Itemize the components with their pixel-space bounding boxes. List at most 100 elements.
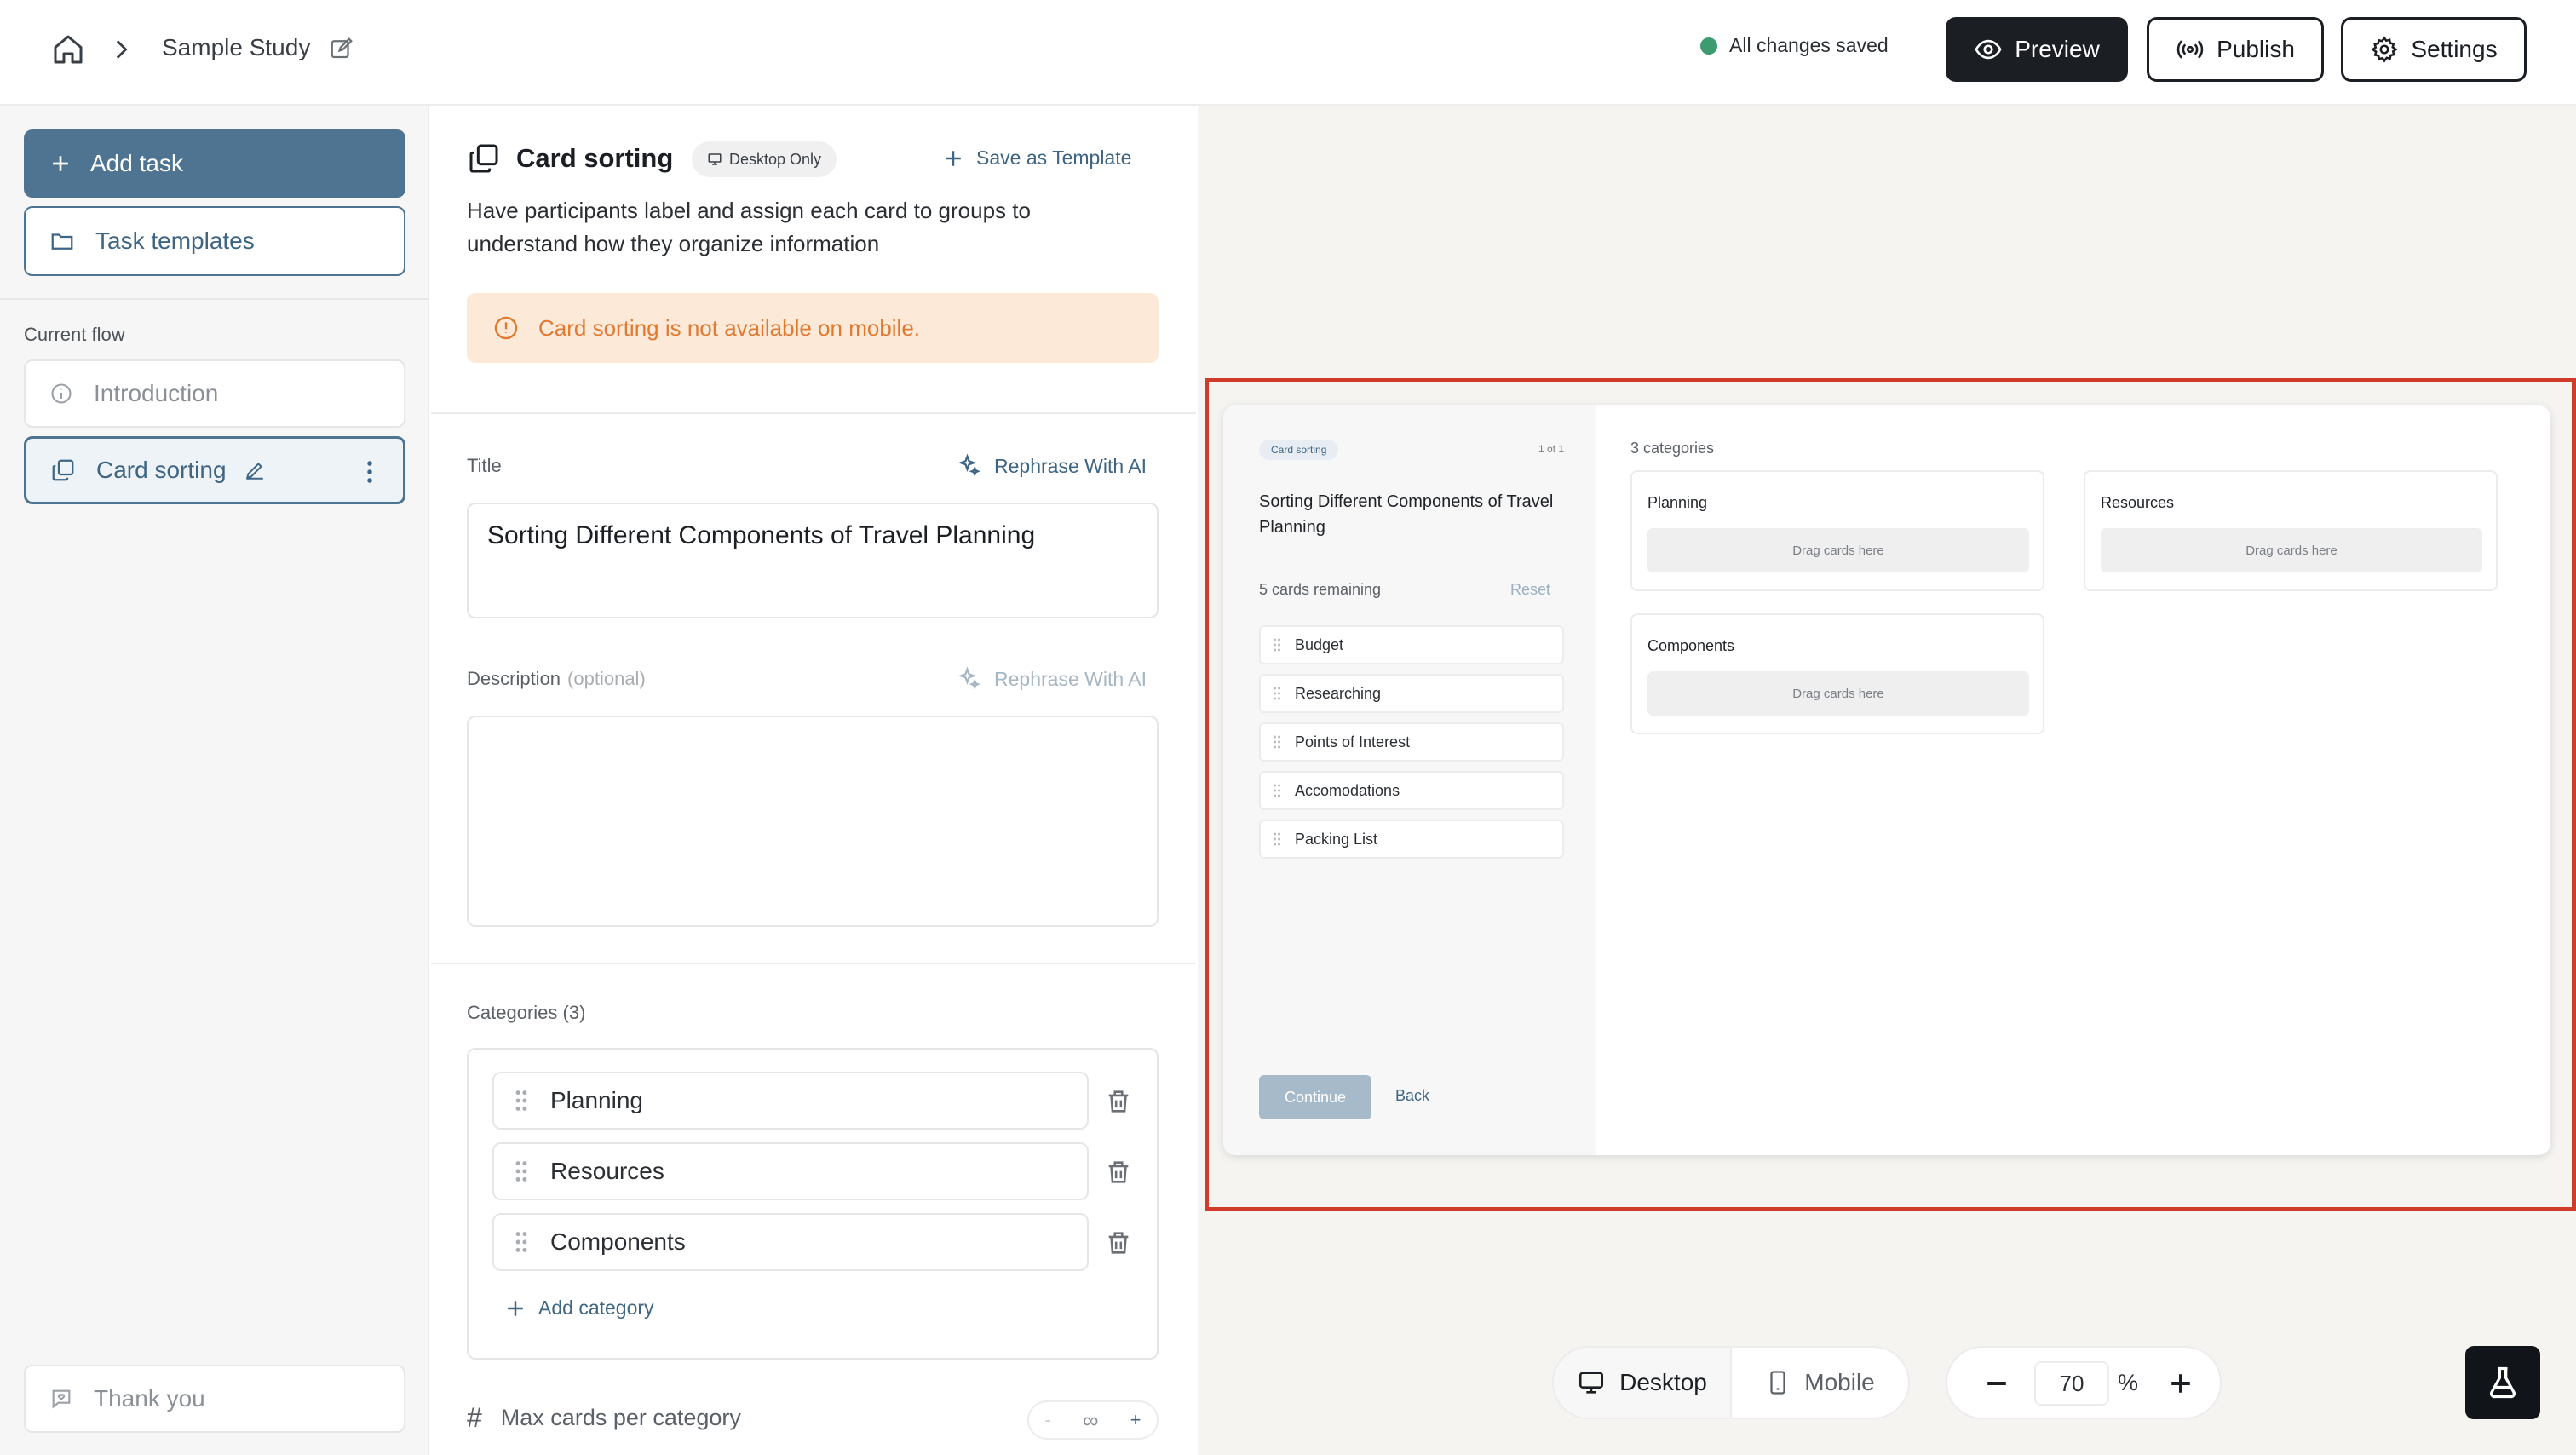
zoom-input[interactable]: 70 (2034, 1361, 2109, 1406)
settings-button[interactable]: Settings (2341, 17, 2527, 82)
description-label-text: Description (467, 668, 561, 689)
flow-item-label: Thank you (94, 1385, 205, 1412)
desktop-label: Desktop (1619, 1369, 1707, 1395)
save-status: All changes saved (1700, 34, 1889, 57)
category-row[interactable]: Resources (492, 1142, 1089, 1200)
plus-icon (508, 1300, 523, 1316)
sparkle-icon (957, 666, 980, 690)
task-editor: Card sorting Desktop Only Save as Templa… (431, 106, 1196, 1455)
category-name: Resources (2101, 494, 2175, 511)
card-label: Budget (1295, 635, 1344, 653)
drop-zone[interactable]: Drag cards here (1647, 528, 2029, 572)
sort-card[interactable]: Budget (1259, 625, 1564, 664)
task-templates-button[interactable]: Task templates (24, 206, 405, 276)
chevron-right-icon (112, 36, 136, 63)
drag-handle-icon[interactable] (1273, 734, 1281, 750)
zoom-out-icon[interactable] (1981, 1368, 2012, 1399)
max-cards-label: Max cards per category (500, 1405, 741, 1430)
category-row[interactable]: Components (492, 1213, 1089, 1271)
phone-icon (1770, 1371, 1785, 1395)
category-row[interactable]: Planning (492, 1072, 1089, 1130)
reset-button[interactable]: Reset (1510, 581, 1550, 599)
trash-icon[interactable] (1104, 1158, 1133, 1187)
mobile-option[interactable]: Mobile (1732, 1348, 1908, 1418)
flow-item-label: Card sorting (96, 457, 227, 483)
plus-icon (946, 150, 961, 166)
title-input[interactable]: Sorting Different Components of Travel P… (467, 503, 1159, 618)
sort-card[interactable]: Points of Interest (1259, 722, 1564, 762)
trash-icon[interactable] (1104, 1228, 1133, 1257)
zoom-percent: % (2118, 1370, 2139, 1395)
sort-card[interactable]: Accomodations (1259, 771, 1564, 810)
rephrase-description-button[interactable]: Rephrase With AI (957, 666, 1147, 692)
drop-zone[interactable]: Drag cards here (1647, 671, 2029, 716)
save-as-template-button[interactable]: Save as Template (944, 147, 1131, 170)
description-input[interactable] (467, 716, 1159, 927)
drag-handle-icon[interactable] (515, 1230, 528, 1254)
plus-icon (53, 156, 68, 171)
drop-zone[interactable]: Drag cards here (2101, 528, 2482, 572)
category-name: Components (550, 1228, 686, 1255)
card-sorting-icon (469, 144, 498, 173)
thank-you-icon (52, 1389, 71, 1409)
preview-category-planning: Planning Drag cards here (1630, 470, 2044, 591)
saved-dot-icon (1700, 37, 1717, 55)
drag-handle-icon[interactable] (515, 1089, 528, 1113)
optional-hint: (optional) (567, 668, 646, 689)
category-name: Planning (550, 1087, 643, 1113)
category-name: Planning (1647, 494, 1708, 511)
flow-item-label: Introduction (94, 380, 219, 406)
drag-handle-icon[interactable] (1273, 783, 1281, 798)
sort-card[interactable]: Researching (1259, 674, 1564, 713)
rephrase-label: Rephrase With AI (994, 454, 1147, 477)
drag-handle-icon[interactable] (1273, 637, 1281, 653)
preview-button[interactable]: Preview (1946, 17, 2128, 82)
study-name: Sample Study (162, 34, 311, 60)
info-icon (51, 383, 72, 404)
drag-handle-icon[interactable] (515, 1159, 528, 1183)
categories-label: Categories (3) (467, 1002, 586, 1023)
drag-handle-icon[interactable] (1273, 831, 1281, 847)
preview-category-resources: Resources Drag cards here (2084, 470, 2498, 591)
card-sorting-icon (52, 459, 74, 481)
sort-card[interactable]: Packing List (1259, 820, 1564, 859)
home-icon[interactable] (48, 29, 89, 70)
pencil-icon[interactable] (244, 459, 266, 481)
mobile-warning-alert: Card sorting is not available on mobile. (467, 293, 1159, 363)
rephrase-label: Rephrase With AI (994, 667, 1147, 690)
publish-button[interactable]: Publish (2147, 17, 2324, 82)
flow-item-card-sorting[interactable]: Card sorting (24, 436, 405, 504)
preview-label: Preview (2015, 36, 2100, 62)
more-options-icon[interactable] (365, 459, 374, 485)
preview-title: Sorting Different Components of Travel P… (1259, 492, 1554, 537)
continue-button[interactable]: Continue (1259, 1075, 1371, 1119)
desktop-option[interactable]: Desktop (1554, 1348, 1732, 1418)
cards-remaining: 5 cards remaining (1259, 581, 1382, 598)
flow-item-introduction[interactable]: Introduction (24, 359, 405, 428)
stepper-minus[interactable]: - (1045, 1409, 1051, 1431)
section-divider (431, 412, 1196, 414)
card-sorting-preview: Card sorting 1 of 1 Sorting Different Co… (1223, 405, 2550, 1155)
gear-icon (2371, 36, 2399, 63)
preview-card-list: Budget Researching Points of Interest Ac… (1259, 625, 1564, 868)
add-task-button[interactable]: Add task (24, 129, 405, 198)
mobile-warning-text: Card sorting is not available on mobile. (538, 314, 921, 341)
save-template-label: Save as Template (976, 147, 1132, 169)
test-lab-button[interactable] (2465, 1346, 2540, 1419)
save-status-text: All changes saved (1729, 34, 1889, 56)
broadcast-icon (2176, 40, 2204, 59)
flow-item-thank-you[interactable]: Thank you (24, 1365, 405, 1433)
stepper-plus[interactable]: + (1130, 1409, 1141, 1431)
desktop-only-badge: Desktop Only (692, 141, 837, 177)
max-cards-stepper[interactable]: - ∞ + (1027, 1400, 1159, 1440)
back-button[interactable]: Back (1395, 1087, 1429, 1105)
add-category-label: Add category (538, 1297, 654, 1319)
zoom-in-icon[interactable] (2165, 1368, 2196, 1399)
rephrase-title-button[interactable]: Rephrase With AI (957, 453, 1147, 479)
category-name: Components (1647, 637, 1735, 654)
edit-study-name-icon[interactable] (329, 36, 356, 63)
drag-handle-icon[interactable] (1273, 686, 1281, 701)
alert-circle-icon (494, 316, 518, 340)
add-category-button[interactable]: Add category (506, 1297, 654, 1320)
trash-icon[interactable] (1104, 1087, 1133, 1116)
